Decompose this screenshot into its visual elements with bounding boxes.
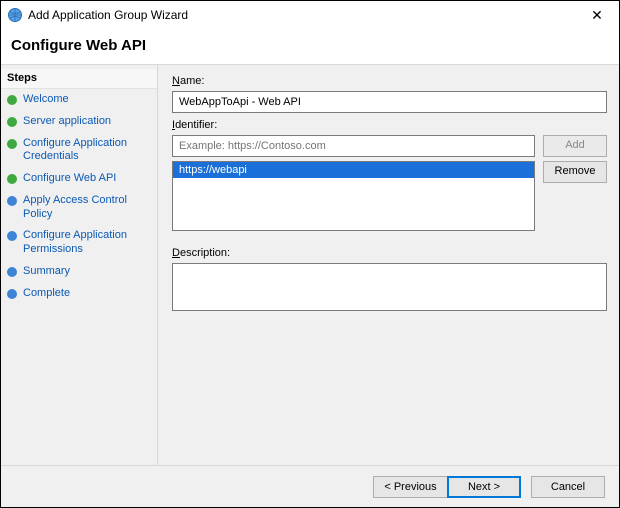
steps-sidebar: Steps Welcome Server application Configu… bbox=[1, 65, 158, 465]
add-button[interactable]: Add bbox=[543, 135, 607, 157]
step-pending-icon bbox=[7, 289, 17, 299]
step-pending-icon bbox=[7, 196, 17, 206]
identifier-listbox[interactable]: https://webapi bbox=[172, 161, 535, 231]
app-icon bbox=[7, 7, 23, 23]
step-server-application[interactable]: Server application bbox=[1, 111, 157, 133]
list-item[interactable]: https://webapi bbox=[173, 162, 534, 178]
close-button[interactable]: ✕ bbox=[579, 4, 615, 26]
wizard-window: Add Application Group Wizard ✕ Configure… bbox=[0, 0, 620, 508]
prev-next-group: < Previous Next > bbox=[373, 476, 521, 498]
step-pending-icon bbox=[7, 267, 17, 277]
main-panel: Name: Identifier: Add https://webapi Rem… bbox=[158, 65, 619, 465]
step-done-icon bbox=[7, 139, 17, 149]
step-label: Summary bbox=[23, 265, 153, 279]
step-label: Server application bbox=[23, 115, 153, 129]
step-done-icon bbox=[7, 95, 17, 105]
name-accel: N bbox=[172, 75, 180, 87]
steps-header: Steps bbox=[1, 69, 157, 89]
description-label: Description: bbox=[172, 247, 607, 259]
step-configure-app-credentials[interactable]: Configure Application Credentials bbox=[1, 133, 157, 169]
step-configure-web-api[interactable]: Configure Web API bbox=[1, 168, 157, 190]
footer: < Previous Next > Cancel bbox=[1, 465, 619, 507]
step-label: Welcome bbox=[23, 93, 153, 107]
identifier-input[interactable] bbox=[172, 135, 535, 157]
next-button[interactable]: Next > bbox=[447, 476, 521, 498]
step-apply-access-control[interactable]: Apply Access Control Policy bbox=[1, 190, 157, 226]
step-label: Complete bbox=[23, 287, 153, 301]
remove-button[interactable]: Remove bbox=[543, 161, 607, 183]
cancel-button[interactable]: Cancel bbox=[531, 476, 605, 498]
name-label-rest: ame: bbox=[180, 75, 204, 87]
description-accel: D bbox=[172, 247, 180, 259]
step-done-icon bbox=[7, 117, 17, 127]
body: Steps Welcome Server application Configu… bbox=[1, 64, 619, 465]
step-done-icon bbox=[7, 174, 17, 184]
name-input[interactable] bbox=[172, 91, 607, 113]
step-pending-icon bbox=[7, 231, 17, 241]
name-label: Name: bbox=[172, 75, 607, 87]
previous-button[interactable]: < Previous bbox=[373, 476, 447, 498]
step-label: Configure Web API bbox=[23, 172, 153, 186]
page-title: Configure Web API bbox=[1, 29, 619, 64]
step-complete[interactable]: Complete bbox=[1, 283, 157, 305]
step-configure-app-permissions[interactable]: Configure Application Permissions bbox=[1, 225, 157, 261]
step-label: Configure Application Credentials bbox=[23, 137, 153, 165]
step-label: Configure Application Permissions bbox=[23, 229, 153, 257]
identifier-row: Add bbox=[172, 135, 607, 157]
close-icon: ✕ bbox=[591, 8, 603, 22]
description-textarea[interactable] bbox=[172, 263, 607, 311]
description-label-rest: escription: bbox=[180, 247, 230, 259]
step-welcome[interactable]: Welcome bbox=[1, 89, 157, 111]
window-title: Add Application Group Wizard bbox=[28, 8, 579, 22]
step-summary[interactable]: Summary bbox=[1, 261, 157, 283]
step-label: Apply Access Control Policy bbox=[23, 194, 153, 222]
identifier-list-row: https://webapi Remove bbox=[172, 161, 607, 231]
identifier-label-rest: dentifier: bbox=[175, 119, 217, 131]
titlebar: Add Application Group Wizard ✕ bbox=[1, 1, 619, 29]
identifier-label: Identifier: bbox=[172, 119, 607, 131]
